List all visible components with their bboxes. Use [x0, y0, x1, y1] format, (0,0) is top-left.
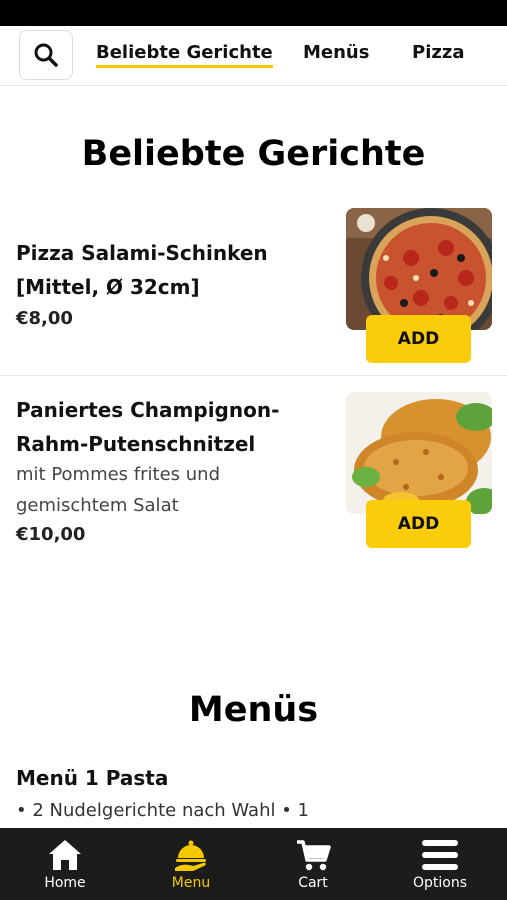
tab-beliebte-gerichte[interactable]: Beliebte Gerichte	[96, 42, 273, 68]
nav-cart[interactable]: Cart	[250, 828, 376, 900]
tab-menus[interactable]: Menüs	[303, 42, 369, 63]
nav-cart-label: Cart	[298, 875, 328, 891]
pizza-photo	[346, 208, 492, 330]
add-button[interactable]: ADD	[366, 315, 471, 363]
menu-item-card: Pizza Salami-Schinken [Mittel, Ø 32cm] €…	[0, 196, 507, 376]
add-button[interactable]: ADD	[366, 500, 471, 548]
nav-menu-label: Menu	[171, 875, 211, 891]
menu-cloche-icon	[175, 840, 206, 871]
search-icon	[34, 43, 58, 67]
nav-home[interactable]: Home	[2, 828, 128, 900]
menu-item-card: Paniertes Champignon- Rahm-Putenschnitze…	[0, 377, 507, 567]
schnitzel-photo	[346, 392, 492, 514]
nav-options-label: Options	[412, 875, 468, 891]
menu-name: Menü 1 Pasta	[16, 766, 169, 790]
search-button[interactable]	[19, 30, 73, 80]
item-price: €10,00	[16, 524, 86, 545]
bottom-navigation: Home Menu Cart Options	[0, 828, 507, 900]
item-price: €8,00	[16, 308, 73, 329]
item-description: mit Pommes frites und gemischtem Salat	[16, 464, 220, 516]
section-title-menus: Menüs	[188, 690, 319, 730]
menu-description: • 2 Nudelgerichte nach Wahl • 1	[16, 800, 310, 821]
nav-options[interactable]: Options	[377, 828, 503, 900]
hamburger-icon	[422, 840, 458, 870]
status-bar	[0, 0, 507, 26]
nav-menu[interactable]: Menu	[128, 828, 254, 900]
cart-icon	[297, 840, 331, 871]
item-name: Paniertes Champignon- Rahm-Putenschnitze…	[16, 398, 280, 456]
category-nav: Beliebte Gerichte Menüs Pizza	[0, 26, 507, 86]
tab-pizza[interactable]: Pizza	[412, 42, 464, 63]
section-title-popular: Beliebte Gerichte	[81, 134, 426, 174]
nav-home-label: Home	[44, 875, 86, 891]
home-icon	[49, 840, 81, 870]
item-name: Pizza Salami-Schinken [Mittel, Ø 32cm]	[16, 241, 268, 299]
